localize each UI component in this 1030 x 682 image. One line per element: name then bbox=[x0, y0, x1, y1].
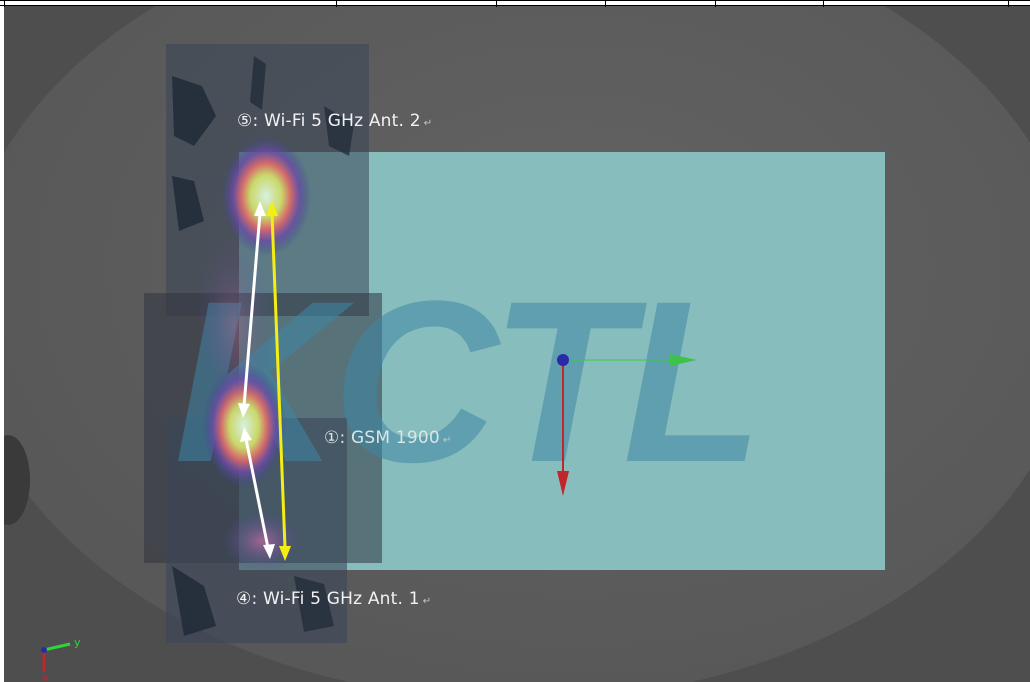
scene-canvas[interactable]: KCTL y x bbox=[4, 6, 1030, 682]
triad-x-label: x bbox=[42, 671, 49, 682]
paragraph-mark: ↵ bbox=[423, 118, 433, 129]
table-divider bbox=[1008, 1, 1009, 7]
label-wifi-ant2-text: ⑤: Wi-Fi 5 GHz Ant. 2 bbox=[237, 111, 421, 131]
table-divider bbox=[715, 1, 716, 7]
orientation-triad: y x bbox=[41, 636, 81, 682]
table-divider bbox=[336, 1, 337, 7]
axis-origin bbox=[557, 354, 569, 366]
label-gsm: ①: GSM 1900 ↵ bbox=[324, 428, 451, 448]
table-divider bbox=[4, 1, 5, 7]
label-wifi-ant1-text: ④: Wi-Fi 5 GHz Ant. 1 bbox=[236, 589, 420, 609]
table-divider bbox=[823, 1, 824, 7]
document-table-border bbox=[0, 0, 1030, 7]
label-wifi-ant2: ⑤: Wi-Fi 5 GHz Ant. 2 ↵ bbox=[237, 111, 432, 131]
table-divider bbox=[605, 1, 606, 7]
table-divider bbox=[496, 1, 497, 7]
paragraph-mark: ↵ bbox=[442, 435, 452, 446]
label-gsm-text: ①: GSM 1900 bbox=[324, 428, 440, 448]
sar-3d-viewport[interactable]: KCTL y x ⑤: Wi-Fi 5 GHz Ant. 2 ↵ ①: GSM … bbox=[4, 6, 1030, 682]
triad-y-label: y bbox=[74, 636, 81, 649]
label-wifi-ant1: ④: Wi-Fi 5 GHz Ant. 1 ↵ bbox=[236, 589, 431, 609]
paragraph-mark: ↵ bbox=[422, 596, 432, 607]
sar-halo bbox=[194, 236, 274, 416]
